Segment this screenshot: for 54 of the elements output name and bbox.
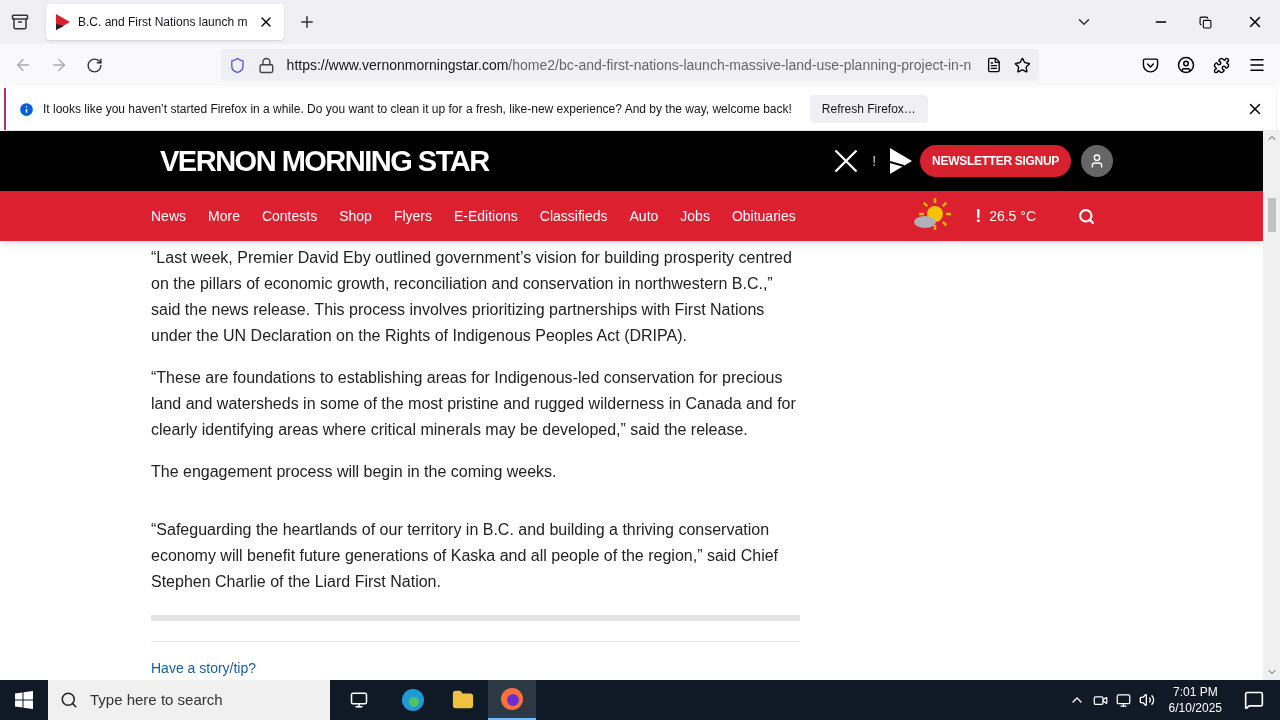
separator-text: !: [872, 151, 877, 171]
site-logo[interactable]: VERNON MORNING STAR: [160, 141, 489, 181]
file-explorer-icon[interactable]: [452, 689, 474, 711]
info-icon: [18, 100, 35, 118]
weather-alert-mark: !: [975, 204, 982, 228]
bookmark-star-icon[interactable]: [1014, 56, 1031, 74]
search-icon[interactable]: [1078, 207, 1095, 225]
nav-link[interactable]: Flyers: [393, 205, 432, 227]
notifications-icon[interactable]: [1244, 690, 1264, 710]
clock[interactable]: 7:01 PM 6/10/2025: [1162, 684, 1228, 716]
scrollbar[interactable]: [1263, 130, 1280, 680]
volume-icon[interactable]: [1138, 692, 1155, 708]
reload-icon[interactable]: [86, 56, 103, 74]
brand-triangle-icon[interactable]: [888, 148, 913, 174]
shield-icon[interactable]: [229, 56, 246, 74]
search-icon: [60, 691, 78, 709]
lock-icon[interactable]: [257, 56, 275, 74]
article-paragraph: “Last week, Premier David Eby outlined government’s vision for building prosperity centred on the pillars of economic growth, reconciliation and conservation in northwestern B.C.,” said the news release. This process involves prioritizing partnerships with First Nations under the UN Declaration on the Rights of Indigenous Peoples Act (DRIPA).: [151, 248, 793, 346]
restore-icon[interactable]: [1199, 15, 1212, 29]
browser-tab[interactable]: B.C. and First Nations launch m: [46, 4, 284, 40]
nav-link[interactable]: More: [208, 205, 240, 227]
reader-view-icon[interactable]: [986, 57, 1003, 73]
nav-link[interactable]: News: [151, 205, 186, 227]
tab-title: B.C. and First Nations launch m: [78, 14, 249, 31]
refresh-firefox-button[interactable]: Refresh Firefox…: [809, 95, 928, 123]
user-avatar[interactable]: [1081, 145, 1113, 177]
menu-icon[interactable]: [1248, 56, 1266, 74]
story-tip-link[interactable]: Have a story/tip?: [151, 658, 800, 679]
newsletter-signup-button[interactable]: NEWSLETTER SIGNUP: [920, 145, 1071, 177]
taskbar-search-field[interactable]: Type here to search: [48, 680, 330, 720]
pocket-icon[interactable]: [1142, 56, 1159, 74]
article-paragraph: “These are foundations to establishing areas for Indigenous-led conservation for precious land and watersheds in some of the most pristine and rugged wilderness in Canada and for clearly identifying areas where critical minerals may be developed,” said the release.: [151, 368, 797, 440]
account-icon[interactable]: [1177, 56, 1195, 74]
site-favicon-icon: [56, 14, 70, 30]
temperature-text: 26.5 °C: [989, 206, 1036, 226]
article-paragraph: The engagement process will begin in the coming weeks.: [151, 462, 558, 482]
nav-link[interactable]: Classifieds: [539, 205, 608, 227]
nav-link[interactable]: E-Editions: [454, 205, 518, 227]
firefox-taskbar-button[interactable]: [488, 680, 536, 720]
nav-link[interactable]: Obituaries: [731, 205, 796, 227]
search-placeholder: Type here to search: [90, 689, 223, 710]
address-bar[interactable]: https://www.vernonmorningstar.com/home2/bc-and-first-nations-launch-massive-land-use-planning-project-in-n: [221, 49, 1039, 81]
nav-link[interactable]: Shop: [339, 205, 372, 227]
nav-link[interactable]: Auto: [629, 205, 659, 227]
url-text: https://www.vernonmorningstar.com/home2/bc-and-first-nations-launch-massive-land-use-planning-project-in-n: [286, 55, 973, 75]
article-paragraph: “Safeguarding the heartlands of our territory in B.C. and building a thriving conservation economy will benefit future generations of Kaska and all people of the region,” said Chief Stephen Charlie of the Liard First Nation.: [151, 520, 780, 592]
tab-list-icon[interactable]: [11, 13, 29, 31]
new-tab-icon[interactable]: [298, 13, 316, 31]
extensions-icon[interactable]: [1213, 56, 1230, 74]
windows-logo-icon: [15, 691, 33, 709]
scrollbar-thumb[interactable]: [1267, 198, 1276, 232]
notification-message: It looks like you haven’t started Firefox in a while. Do you want to clean it up for a fresh, like-new experience? And by the way, welcome back!: [43, 101, 792, 118]
nav-link[interactable]: Jobs: [680, 205, 710, 227]
nav-link[interactable]: Contests: [261, 205, 318, 227]
